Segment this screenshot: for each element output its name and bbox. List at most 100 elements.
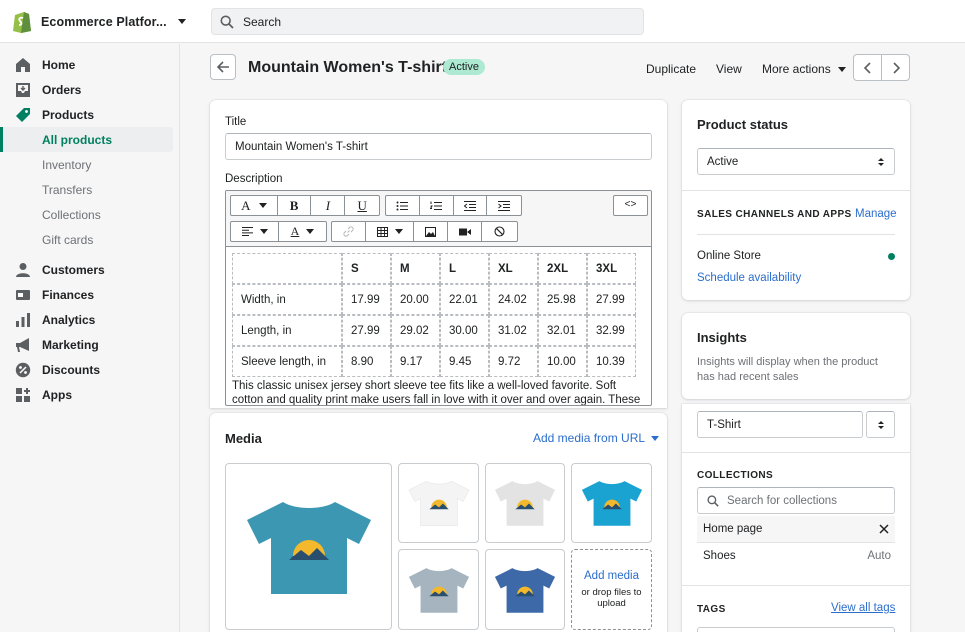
table-cell: 10.39 (587, 346, 636, 377)
table-header-cell: 3XL (587, 253, 636, 284)
status-select[interactable]: Active (697, 148, 895, 175)
close-icon[interactable] (879, 524, 889, 534)
chevron-down-icon (259, 229, 268, 234)
online-store-label: Online Store (697, 250, 761, 262)
text-color-button[interactable]: A (279, 222, 326, 241)
numbered-list-icon[interactable] (420, 196, 454, 215)
divider (682, 452, 910, 453)
product-status-card: Product status Active SALES CHANNELS AND… (682, 100, 910, 300)
manage-channels-link[interactable]: Manage (855, 208, 897, 220)
sidebar-item-transfers[interactable]: Transfers (0, 177, 179, 202)
title-label: Title (225, 116, 247, 128)
collection-auto-label: Auto (867, 550, 891, 562)
underline-icon[interactable]: U (345, 196, 379, 215)
link-icon[interactable] (332, 222, 366, 241)
view-all-tags-link[interactable]: View all tags (831, 602, 895, 614)
sidebar-item-analytics[interactable]: Analytics (0, 307, 179, 332)
arrow-left-icon (216, 61, 229, 73)
description-editor: A B I U <> A S M L XL 2XL 3XL Width, in … (225, 190, 652, 406)
media-thumb-white[interactable] (398, 463, 479, 543)
indent-icon[interactable] (487, 196, 521, 215)
sidebar-item-customers[interactable]: Customers (0, 257, 179, 282)
insert-group (331, 221, 518, 242)
font-style-button[interactable]: A (231, 196, 278, 215)
title-input[interactable]: Mountain Women's T-shirt (225, 133, 652, 160)
table-cell: 10.00 (538, 346, 587, 377)
chevron-down-icon (651, 435, 660, 441)
view-button[interactable]: View (716, 62, 742, 76)
media-thumb-royal[interactable] (485, 549, 565, 630)
status-badge: Active (443, 59, 485, 75)
table-cell: 9.17 (391, 346, 440, 377)
tags-input[interactable] (697, 627, 895, 632)
duplicate-button[interactable]: Duplicate (646, 62, 696, 76)
next-product-button[interactable] (881, 54, 910, 81)
list-format-group (385, 195, 522, 216)
outdent-icon[interactable] (454, 196, 488, 215)
sidebar-item-products[interactable]: Products (0, 102, 179, 127)
clear-format-icon[interactable] (482, 222, 516, 241)
product-type-input[interactable]: T-Shirt (697, 411, 863, 438)
tags-heading: TAGS (697, 604, 726, 615)
description-text: This classic unisex jersey short sleeve … (232, 380, 641, 406)
home-icon (16, 57, 30, 72)
store-switcher[interactable]: Ecommerce Platfor... (12, 10, 186, 33)
bold-icon[interactable]: B (278, 196, 312, 215)
collections-search-placeholder: Search for collections (727, 494, 837, 507)
add-media-button[interactable]: Add media (584, 570, 639, 582)
apps-icon (16, 387, 30, 402)
sidebar-item-marketing[interactable]: Marketing (0, 332, 179, 357)
media-thumb-grey[interactable] (485, 463, 565, 543)
top-bar: Ecommerce Platfor... (0, 0, 965, 43)
sidebar-item-label: Orders (42, 82, 82, 97)
schedule-availability-link[interactable]: Schedule availability (697, 272, 801, 284)
search-input[interactable] (243, 14, 623, 29)
table-row: Sleeve length, in 8.90 9.17 9.45 9.72 10.00 10… (232, 346, 636, 377)
sidebar-item-apps[interactable]: Apps (0, 382, 179, 407)
sidebar-item-label: Home (42, 57, 76, 72)
table-cell: Length, in (232, 315, 342, 346)
sidebar-item-gift-cards[interactable]: Gift cards (0, 227, 179, 252)
sidebar-item-orders[interactable]: Orders (0, 77, 179, 102)
sidebar-item-discounts[interactable]: Discounts (0, 357, 179, 382)
select-arrows-icon (877, 420, 884, 429)
analytics-icon (16, 312, 30, 327)
editor-toolbar: A B I U <> A (226, 191, 651, 247)
insert-table-button[interactable] (366, 222, 414, 241)
code-icon[interactable]: <> (614, 196, 647, 215)
bullet-list-icon[interactable] (386, 196, 420, 215)
chevron-right-icon (892, 61, 900, 74)
chevron-down-icon (837, 66, 846, 72)
insert-video-icon[interactable] (448, 222, 482, 241)
previous-product-button[interactable] (853, 54, 882, 81)
sidebar-item-home[interactable]: Home (0, 52, 179, 77)
add-media-dropzone[interactable]: Add media or drop files to upload (571, 549, 652, 630)
collections-search-input[interactable]: Search for collections (697, 487, 895, 514)
divider (682, 190, 910, 191)
sidebar-item-finances[interactable]: Finances (0, 282, 179, 307)
sidebar-item-inventory[interactable]: Inventory (0, 152, 179, 177)
sidebar-item-all-products[interactable]: All products (0, 127, 173, 152)
add-media-from-url-button[interactable]: Add media from URL (533, 431, 660, 445)
media-thumb-slate[interactable] (398, 549, 479, 630)
back-button[interactable] (210, 54, 236, 80)
collection-item-shoes: Shoes Auto (697, 543, 895, 569)
align-button[interactable] (231, 222, 279, 241)
table-cell: 27.99 (342, 315, 391, 346)
media-main-image[interactable] (225, 463, 392, 630)
sidebar-item-collections[interactable]: Collections (0, 202, 179, 227)
insert-image-icon[interactable] (414, 222, 448, 241)
tshirt-grey-image (494, 481, 556, 526)
more-actions-button[interactable]: More actions (762, 62, 846, 76)
product-type-select[interactable] (866, 411, 895, 438)
table-icon (376, 226, 388, 237)
insights-text: Insights will display when the product h… (697, 356, 878, 383)
online-status-dot (888, 253, 895, 260)
search-icon (220, 14, 234, 29)
table-cell: 32.99 (587, 315, 636, 346)
chevron-left-icon (863, 61, 871, 74)
italic-icon[interactable]: I (311, 196, 346, 215)
customer-icon (16, 262, 30, 277)
media-thumb-turquoise[interactable] (571, 463, 652, 543)
global-search[interactable] (211, 8, 644, 35)
